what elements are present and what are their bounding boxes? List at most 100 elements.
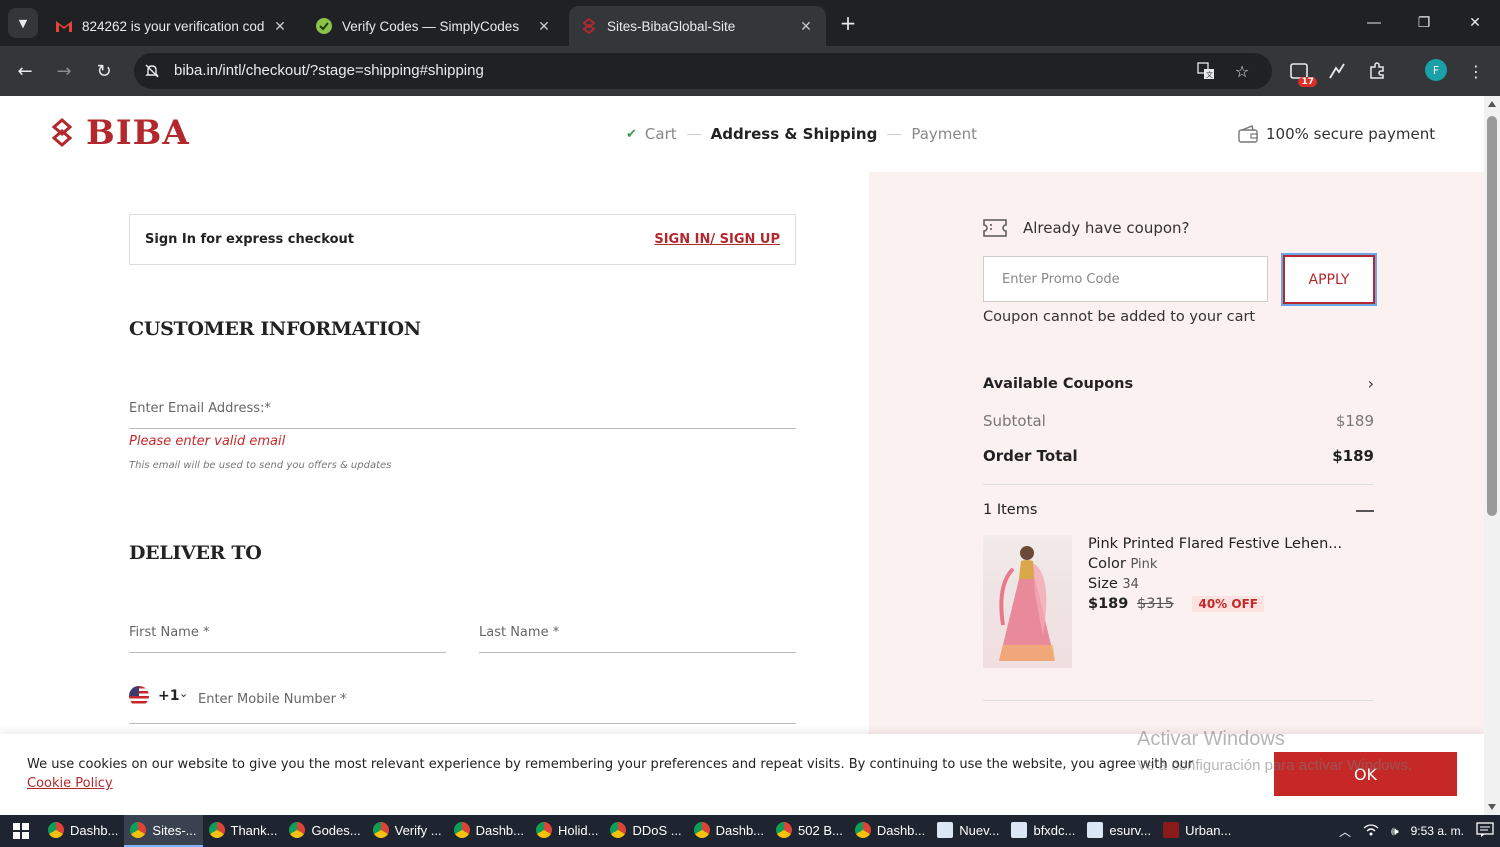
pen-extension-icon[interactable]: [1325, 59, 1349, 83]
chrome-icon: [289, 822, 306, 838]
tab-simplycodes[interactable]: Verify Codes — SimplyCodes ✕: [304, 6, 564, 46]
discount-badge: 40% OFF: [1192, 596, 1264, 612]
taskbar-app[interactable]: 502 B...: [770, 815, 849, 847]
taskbar-app-label: Nuev...: [959, 822, 1000, 838]
site-info-icon[interactable]: [142, 61, 162, 81]
taskbar-app[interactable]: bfxdc...: [1005, 815, 1081, 847]
browser-toolbar: ← → ↻ biba.in/intl/checkout/?stage=shipp…: [0, 46, 1500, 96]
signin-signup-link[interactable]: SIGN IN/ SIGN UP: [654, 232, 780, 247]
browser-menu-icon[interactable]: ⋮: [1464, 59, 1488, 83]
page-scrollbar[interactable]: [1484, 96, 1500, 815]
taskbar-app[interactable]: Sites-...: [124, 815, 203, 847]
system-tray: ︿ 🕪 9:53 a. m.: [1333, 815, 1500, 847]
notifications-icon[interactable]: [1476, 821, 1494, 841]
close-icon[interactable]: ✕: [272, 18, 288, 34]
chrome-icon: [693, 822, 710, 838]
mobile-number-field[interactable]: +1 ⌄ Enter Mobile Number *: [129, 682, 796, 724]
product-name[interactable]: Pink Printed Flared Festive Lehen...: [1088, 536, 1342, 556]
translate-icon[interactable]: 文: [1196, 61, 1216, 81]
collapse-icon[interactable]: [1356, 510, 1374, 512]
chrome-icon: [453, 822, 470, 838]
window-close-icon[interactable]: ✕: [1450, 0, 1500, 46]
taskbar-app[interactable]: Verify ...: [367, 815, 448, 847]
step-separator: [686, 133, 701, 135]
close-icon[interactable]: ✕: [536, 18, 552, 34]
tab-gmail[interactable]: 824262 is your verification code ✕: [44, 6, 300, 46]
biba-logo[interactable]: BIBA: [52, 113, 190, 153]
extensions-puzzle-icon[interactable]: [1365, 59, 1389, 83]
check-icon: ✔: [626, 126, 637, 142]
taskbar-app[interactable]: Dashb...: [688, 815, 770, 847]
taskbar-app[interactable]: esurv...: [1081, 815, 1157, 847]
product-image[interactable]: [983, 535, 1072, 668]
scroll-up-icon[interactable]: [1488, 101, 1496, 107]
chrome-icon: [130, 822, 147, 838]
cookie-text: We use cookies on our website to give yo…: [27, 757, 1194, 772]
bookmark-star-icon[interactable]: ☆: [1232, 61, 1252, 81]
chrome-icon: [372, 822, 389, 838]
reload-icon[interactable]: ↻: [90, 57, 118, 85]
biba-icon: [581, 18, 597, 34]
signin-banner: Sign In for express checkout SIGN IN/ SI…: [129, 214, 796, 265]
promo-code-input[interactable]: Enter Promo Code: [983, 256, 1268, 302]
secure-payment-text: 100% secure payment: [1266, 125, 1436, 143]
new-tab-button[interactable]: +: [836, 11, 860, 35]
back-icon[interactable]: ←: [11, 57, 39, 85]
volume-icon[interactable]: 🕪: [1391, 824, 1399, 839]
taskbar-app-label: Godes...: [311, 822, 361, 838]
tab-biba[interactable]: Sites-BibaGlobal-Site ✕: [569, 6, 826, 46]
divider: [983, 700, 1374, 701]
close-icon[interactable]: ✕: [798, 18, 814, 34]
first-name-label: First Name *: [129, 625, 210, 640]
taskbar-app[interactable]: Urban...: [1157, 815, 1237, 847]
product-price: $189: [1088, 596, 1129, 612]
taskbar-app[interactable]: Nuev...: [931, 815, 1005, 847]
scroll-down-icon[interactable]: [1488, 804, 1496, 810]
color-value: Pink: [1130, 557, 1158, 572]
taskbar-app[interactable]: DDoS ...: [604, 815, 687, 847]
available-coupons-row[interactable]: Available Coupons ›: [983, 374, 1374, 393]
minimize-icon[interactable]: ―: [1349, 0, 1399, 46]
restore-icon[interactable]: ❐: [1399, 0, 1449, 46]
tab-search-button[interactable]: ▼: [8, 8, 38, 38]
chevron-right-icon[interactable]: ›: [1368, 374, 1374, 393]
order-total-label: Order Total: [983, 447, 1078, 465]
email-field[interactable]: Enter Email Address:*: [129, 389, 796, 429]
taskbar-app[interactable]: Holid...: [530, 815, 604, 847]
taskbar-app[interactable]: Thank...: [203, 815, 284, 847]
chevron-up-icon[interactable]: ︿: [1339, 823, 1351, 840]
taskbar-app[interactable]: Godes...: [283, 815, 366, 847]
wifi-icon[interactable]: [1363, 823, 1379, 840]
customer-information-title: CUSTOMER INFORMATION: [129, 318, 421, 340]
coupon-heading: Already have coupon?: [983, 219, 1190, 237]
address-bar[interactable]: biba.in/intl/checkout/?stage=shipping#sh…: [134, 53, 1272, 89]
dial-code[interactable]: +1: [158, 688, 179, 704]
forward-icon[interactable]: →: [50, 57, 78, 85]
wallet-icon: [1238, 125, 1258, 143]
tab-title: Sites-BibaGlobal-Site: [607, 18, 736, 34]
step-cart[interactable]: Cart: [645, 125, 677, 143]
coupon-heading-text: Already have coupon?: [1023, 219, 1190, 237]
items-header[interactable]: 1 Items: [983, 502, 1374, 518]
extension-icon[interactable]: 17: [1287, 59, 1317, 87]
checkout-steps: ✔ Cart Address & Shipping Payment: [626, 125, 977, 143]
taskbar-app[interactable]: Dashb...: [448, 815, 530, 847]
windows-start-icon[interactable]: [0, 815, 42, 847]
cookie-policy-link[interactable]: Cookie Policy: [27, 776, 113, 791]
taskbar-app[interactable]: Dashb...: [42, 815, 124, 847]
clock-time[interactable]: 9:53 a. m.: [1411, 824, 1464, 838]
windows-activation-watermark: Activar Windows: [1137, 728, 1285, 750]
profile-avatar[interactable]: F: [1425, 59, 1447, 81]
promo-placeholder: Enter Promo Code: [1002, 272, 1120, 287]
taskbar-app[interactable]: Dashb...: [849, 815, 931, 847]
last-name-field[interactable]: Last Name *: [479, 613, 796, 653]
windows-taskbar: Dashb... Sites-... Thank... Godes... Ver…: [0, 815, 1500, 847]
step-payment: Payment: [911, 125, 977, 143]
apply-coupon-button[interactable]: APPLY: [1281, 253, 1377, 306]
scrollbar-thumb[interactable]: [1487, 116, 1497, 516]
us-flag-icon[interactable]: [129, 686, 149, 706]
taskbar-app-label: Holid...: [558, 822, 599, 838]
chevron-down-icon[interactable]: ⌄: [179, 687, 188, 700]
notepad-icon: [1087, 822, 1104, 838]
first-name-field[interactable]: First Name *: [129, 613, 446, 653]
